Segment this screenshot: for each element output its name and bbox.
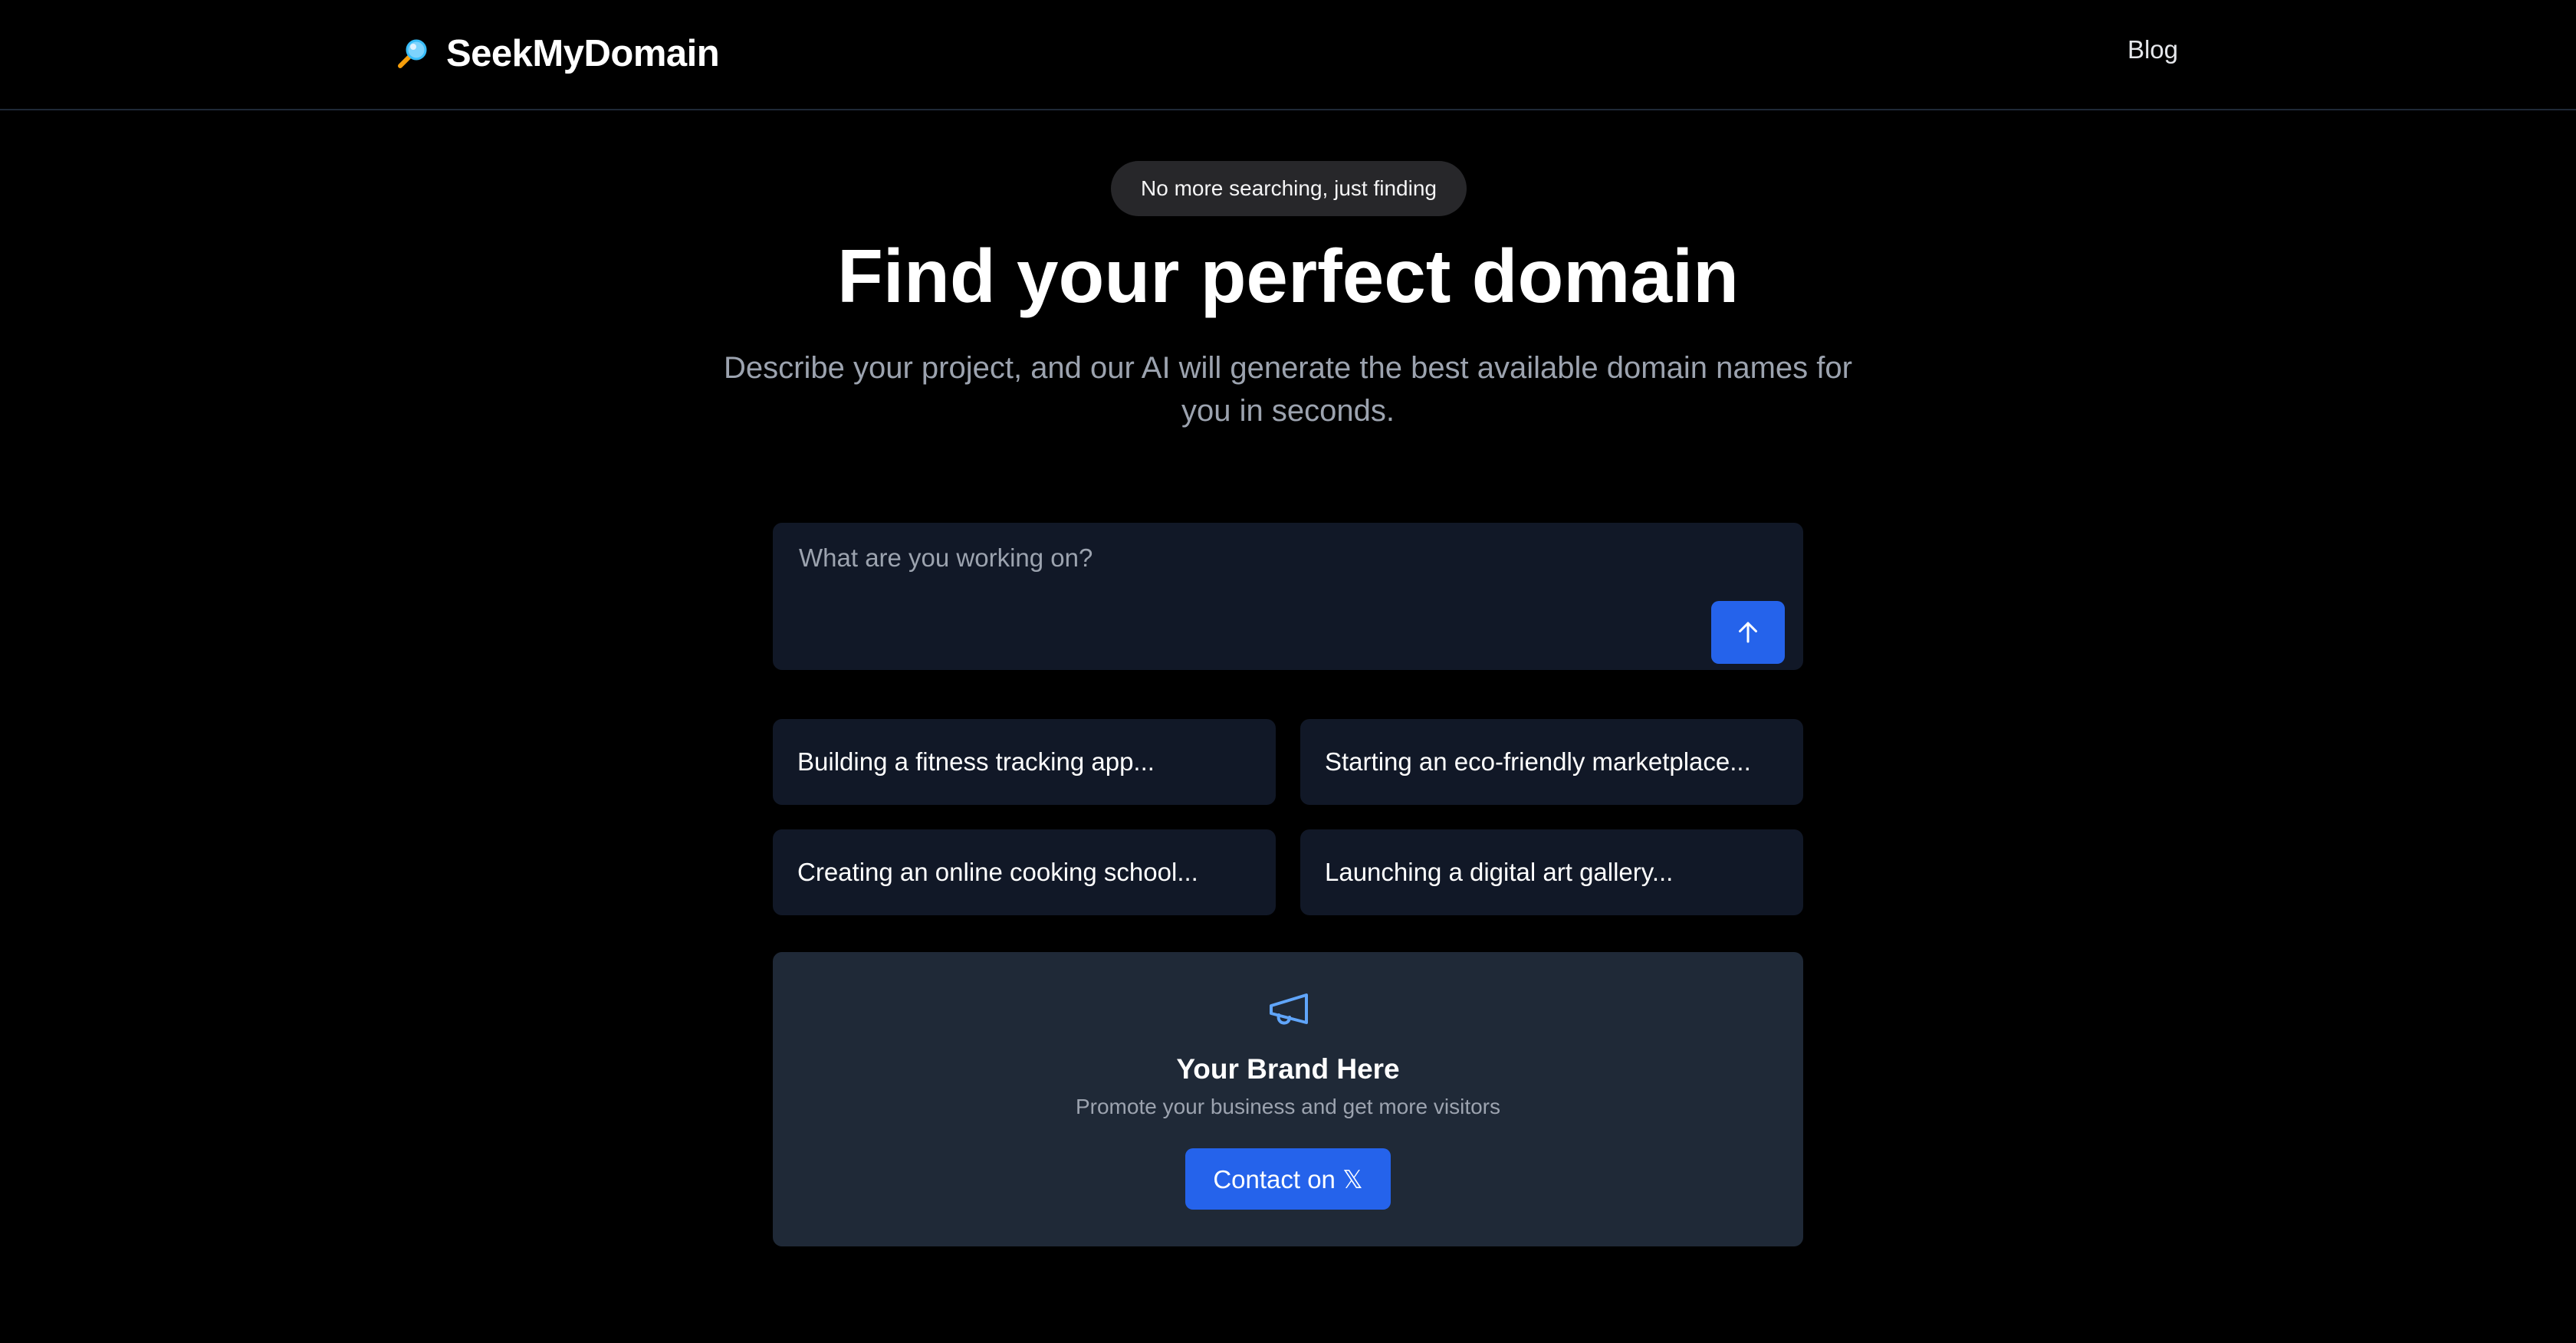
project-prompt-box bbox=[773, 523, 1803, 670]
tagline-badge: No more searching, just finding bbox=[1111, 161, 1467, 216]
arrow-up-icon bbox=[1739, 622, 1757, 643]
suggestion-card[interactable]: Starting an eco-friendly marketplace... bbox=[1300, 719, 1803, 805]
suggestion-card[interactable]: Launching a digital art gallery... bbox=[1300, 829, 1803, 915]
brand-name: SeekMyDomain bbox=[446, 33, 720, 74]
contact-on-x-button[interactable]: Contact on 𝕏 bbox=[1185, 1148, 1391, 1210]
site-header: SeekMyDomain Blog bbox=[0, 0, 2576, 110]
brand-logo[interactable]: SeekMyDomain bbox=[396, 29, 720, 78]
nav-link-blog[interactable]: Blog bbox=[2128, 35, 2178, 64]
page-subtitle: Describe your project, and our AI will g… bbox=[724, 351, 1852, 428]
magnifying-glass-icon bbox=[398, 39, 427, 68]
ad-subtitle: Promote your business and get more visit… bbox=[1075, 1095, 1501, 1118]
suggestion-card[interactable]: Creating an online cooking school... bbox=[773, 829, 1276, 915]
project-description-input[interactable] bbox=[797, 540, 1702, 647]
megaphone-icon bbox=[1270, 993, 1308, 1025]
submit-button[interactable] bbox=[1711, 601, 1785, 664]
sponsor-ad-card: Your Brand Here Promote your business an… bbox=[773, 952, 1803, 1246]
ad-title: Your Brand Here bbox=[1176, 1053, 1400, 1085]
page-title: Find your perfect domain bbox=[836, 234, 1740, 318]
suggestion-card[interactable]: Building a fitness tracking app... bbox=[773, 719, 1276, 805]
